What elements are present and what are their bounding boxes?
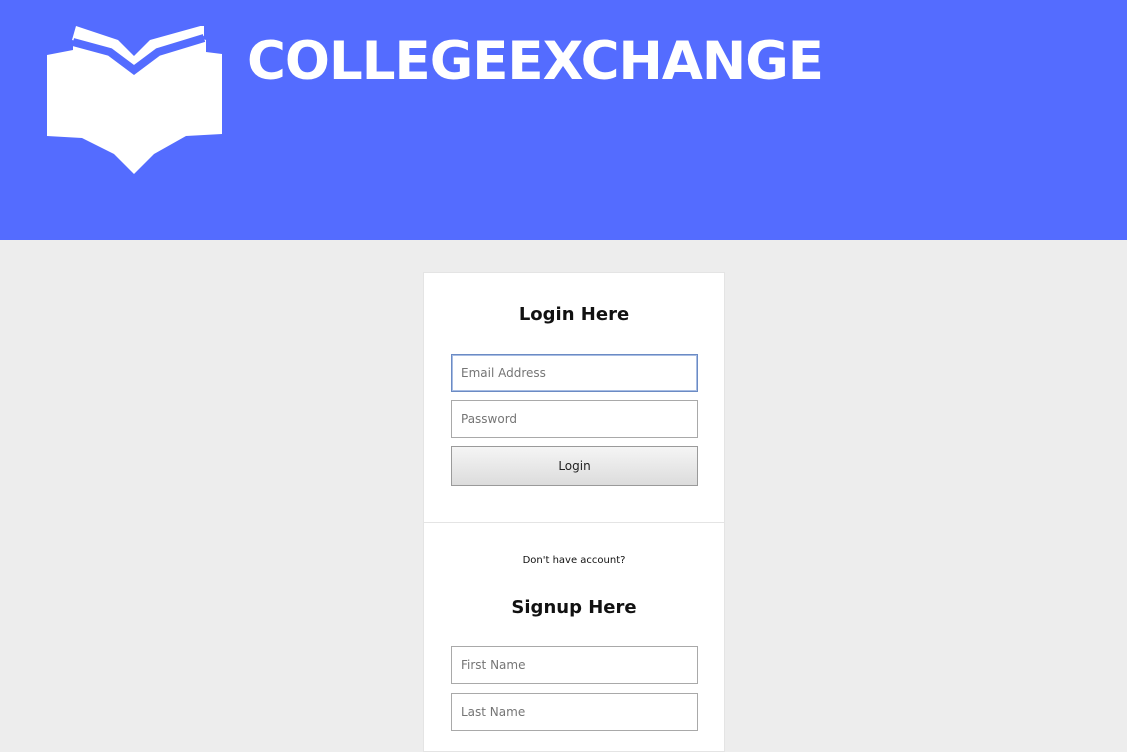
site-header: COLLEGEEXCHANGE: [0, 0, 1127, 240]
signup-title: Signup Here: [511, 597, 637, 618]
signup-panel: Don't have account? Signup Here: [423, 522, 725, 752]
login-panel: Login Here Login: [423, 272, 725, 523]
first-name-field[interactable]: [451, 646, 698, 684]
open-book-icon: [47, 26, 222, 174]
email-field[interactable]: [451, 354, 698, 392]
last-name-field[interactable]: [451, 693, 698, 731]
login-title: Login Here: [518, 304, 630, 325]
password-field[interactable]: [451, 400, 698, 438]
login-button[interactable]: Login: [451, 446, 698, 486]
brand-title: COLLEGEEXCHANGE: [247, 31, 824, 92]
signup-prompt: Don't have account?: [522, 555, 626, 566]
